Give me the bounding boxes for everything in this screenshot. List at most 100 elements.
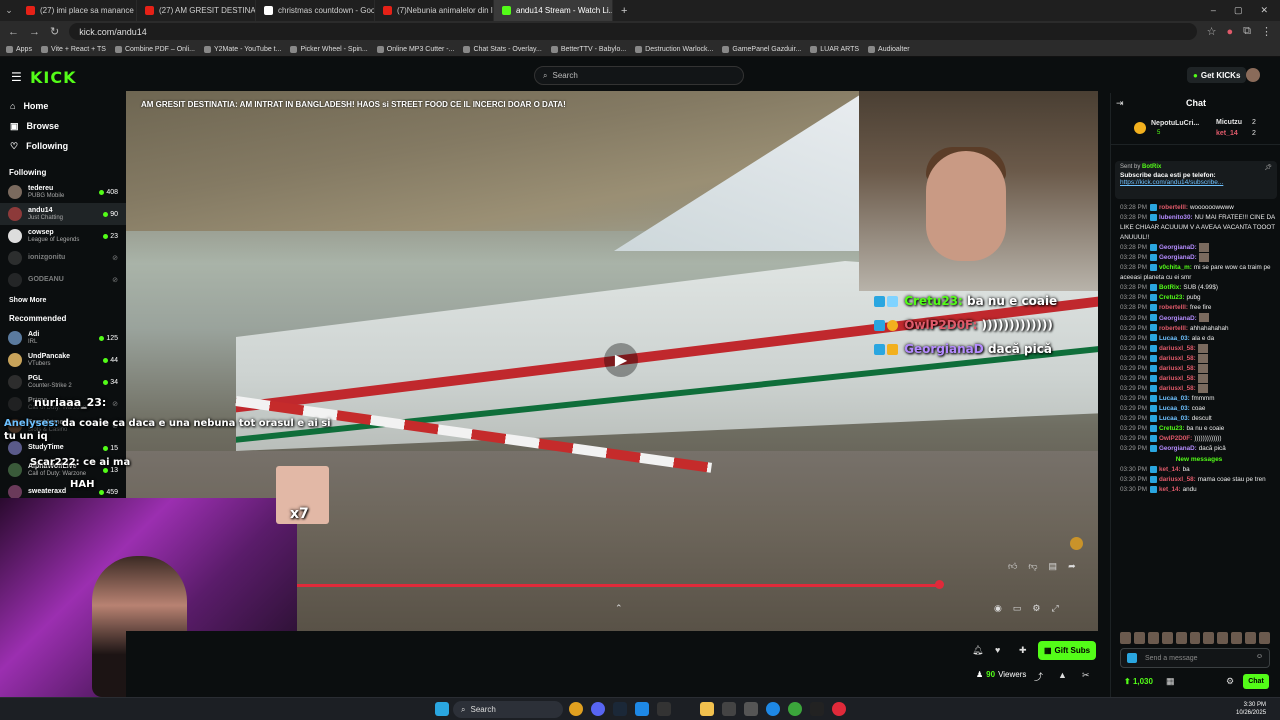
- chat-username[interactable]: ket_14:: [1159, 466, 1181, 473]
- bookmark-item[interactable]: GamePanel Gazduir...: [722, 45, 801, 53]
- emote-icon[interactable]: [1231, 632, 1243, 644]
- user-avatar[interactable]: [1246, 68, 1260, 82]
- window-controls[interactable]: – ▢ ✕: [1211, 5, 1280, 16]
- share-stream-icon[interactable]: ⤴: [1034, 670, 1043, 683]
- bookmark-item[interactable]: Combine PDF – Onli...: [114, 45, 195, 53]
- vscode-icon[interactable]: [635, 702, 649, 716]
- emote-icon[interactable]: [1133, 632, 1145, 644]
- emote-icon[interactable]: [1189, 632, 1201, 644]
- capcut-icon[interactable]: [657, 702, 671, 716]
- pinned-message[interactable]: Sent by BotRix 📌︎ Subscribe daca esti pe…: [1115, 161, 1277, 199]
- emote-icon[interactable]: [1203, 632, 1215, 644]
- channel-item[interactable]: UndPancake VTubers 44: [0, 349, 126, 371]
- bookmark-item[interactable]: Chat Stats - Overlay...: [463, 45, 542, 53]
- minimize-icon[interactable]: –: [1211, 5, 1216, 16]
- chat-username[interactable]: GeorgianaD:: [1159, 445, 1197, 452]
- chevron-up-icon[interactable]: ⌃: [615, 603, 623, 614]
- chat-username[interactable]: robertelll:: [1159, 204, 1188, 211]
- chat-username[interactable]: lubenito30:: [1159, 214, 1193, 221]
- chat-username[interactable]: BotRix:: [1159, 284, 1181, 291]
- app-icon[interactable]: [766, 702, 780, 716]
- settings-icon[interactable]: ⚙: [1032, 603, 1040, 614]
- search-input[interactable]: ⌕ Search: [534, 66, 744, 85]
- channel-item[interactable]: ionizgonitu ⊘: [0, 247, 126, 269]
- dislike-icon[interactable]: 👎︎: [1028, 561, 1037, 572]
- app-icon[interactable]: [744, 702, 758, 716]
- clip-icon[interactable]: ✂: [1082, 670, 1090, 681]
- channel-item[interactable]: andu14 Just Chatting 90: [0, 203, 126, 225]
- chat-message-input[interactable]: Send a message ☺: [1120, 648, 1270, 668]
- bookmark-item[interactable]: Destruction Warlock...: [635, 45, 713, 53]
- chat-username[interactable]: Lucaa_03:: [1159, 335, 1190, 342]
- gifter-name[interactable]: Micutzu: [1216, 119, 1242, 126]
- chat-username[interactable]: ket_14:: [1159, 486, 1181, 493]
- app-icon[interactable]: [832, 702, 846, 716]
- file-explorer-icon[interactable]: [700, 702, 714, 716]
- channel-item[interactable]: cowsep League of Legends 23: [0, 225, 126, 247]
- chat-username[interactable]: dariusxl_58:: [1159, 476, 1196, 483]
- bookmark-item[interactable]: Y2Mate - YouTube t...: [204, 45, 281, 53]
- new-tab-button[interactable]: +: [613, 5, 635, 17]
- follow-heart-icon[interactable]: ♥: [995, 645, 1000, 655]
- taskbar-search[interactable]: ⌕ Search: [453, 701, 563, 718]
- steam-icon[interactable]: [613, 702, 627, 716]
- emote-icon[interactable]: [1175, 632, 1187, 644]
- kicks-balance[interactable]: ⬆ 1,030: [1124, 677, 1153, 686]
- bookmark-item[interactable]: BetterTTV - Babylo...: [550, 45, 626, 53]
- gifter-name[interactable]: NepotuLuCri...: [1151, 120, 1199, 127]
- chat-username[interactable]: Lucaa_03:: [1159, 415, 1190, 422]
- bookmark-item[interactable]: Audioalter: [868, 45, 910, 53]
- chat-username[interactable]: dariusxl_58:: [1159, 345, 1196, 352]
- taskbar-clock[interactable]: 3:30 PM 10/26/2025: [1236, 701, 1266, 717]
- report-icon[interactable]: ▲: [1058, 670, 1067, 680]
- browser-tab[interactable]: christmas countdown - Google S...✕: [256, 0, 375, 21]
- chat-username[interactable]: v0chita_m:: [1159, 264, 1192, 271]
- like-icon[interactable]: 👍︎: [1008, 561, 1017, 572]
- chat-username[interactable]: GeorgianaD:: [1159, 315, 1197, 322]
- chat-username[interactable]: GeorgianaD:: [1159, 244, 1197, 251]
- app-icon[interactable]: [722, 702, 736, 716]
- send-chat-button[interactable]: Chat: [1243, 674, 1269, 689]
- play-button[interactable]: ▶: [604, 343, 638, 377]
- notification-bell-icon[interactable]: 🔔︎: [972, 645, 983, 656]
- progress-knob[interactable]: [935, 580, 944, 589]
- menu-icon[interactable]: ☰: [11, 70, 22, 84]
- reload-icon[interactable]: ↻: [50, 25, 59, 38]
- browser-tab[interactable]: (27) AM GRESIT DESTINATIA: AI...✕: [137, 0, 256, 21]
- chat-username[interactable]: GeorgianaD:: [1159, 254, 1197, 261]
- emote-picker-icon[interactable]: ☺: [1256, 653, 1263, 660]
- pin-icon[interactable]: 📌︎: [1264, 164, 1272, 171]
- chat-username[interactable]: dariusxl_58:: [1159, 355, 1196, 362]
- bookmark-item[interactable]: LUAR ARTS: [810, 45, 859, 53]
- channel-item[interactable]: PGL Counter-Strike 2 34: [0, 371, 126, 393]
- sidebar-item-home[interactable]: ⌂ Home: [0, 96, 126, 116]
- autoplay-toggle[interactable]: ◉: [994, 603, 1002, 614]
- bookmark-item[interactable]: Vite + React + TS: [40, 45, 106, 53]
- star-icon[interactable]: ☆: [1207, 25, 1217, 38]
- chat-username[interactable]: dariusxl_58:: [1159, 375, 1196, 382]
- discord-icon[interactable]: [591, 702, 605, 716]
- channel-item[interactable]: Adi IRL 125: [0, 327, 126, 349]
- browser-tab[interactable]: (27) imi place sa manance - YouTube✕: [18, 0, 137, 21]
- emote-icon[interactable]: [1245, 632, 1257, 644]
- comment-icon[interactable]: ▤: [1049, 561, 1058, 572]
- bookmark-item[interactable]: Online MP3 Cutter -...: [376, 45, 454, 53]
- xbox-icon[interactable]: [788, 702, 802, 716]
- profile-icon[interactable]: ●: [1226, 26, 1233, 38]
- forward-icon[interactable]: →: [29, 26, 40, 38]
- show-more-link[interactable]: Show More: [0, 291, 126, 310]
- chat-settings-icon[interactable]: ⚙: [1226, 676, 1234, 687]
- sidebar-item-following[interactable]: ♡ Following: [0, 136, 126, 156]
- close-window-icon[interactable]: ✕: [1260, 5, 1268, 16]
- extensions-icon[interactable]: ⧉: [1243, 25, 1251, 38]
- bookmark-item[interactable]: Apps: [6, 45, 32, 53]
- chat-username[interactable]: Lucaa_03:: [1159, 395, 1190, 402]
- captions-icon[interactable]: ▭: [1013, 603, 1022, 614]
- tab-menu-icon[interactable]: ⌄: [0, 5, 18, 16]
- maximize-icon[interactable]: ▢: [1234, 5, 1243, 16]
- emote-icon[interactable]: [1161, 632, 1173, 644]
- emote-icon[interactable]: [1147, 632, 1159, 644]
- gifter-name[interactable]: ket_14: [1216, 130, 1238, 137]
- channel-item[interactable]: tedereu PUBG Mobile 408: [0, 181, 126, 203]
- gift-subs-button[interactable]: ▦ Gift Subs: [1038, 641, 1096, 660]
